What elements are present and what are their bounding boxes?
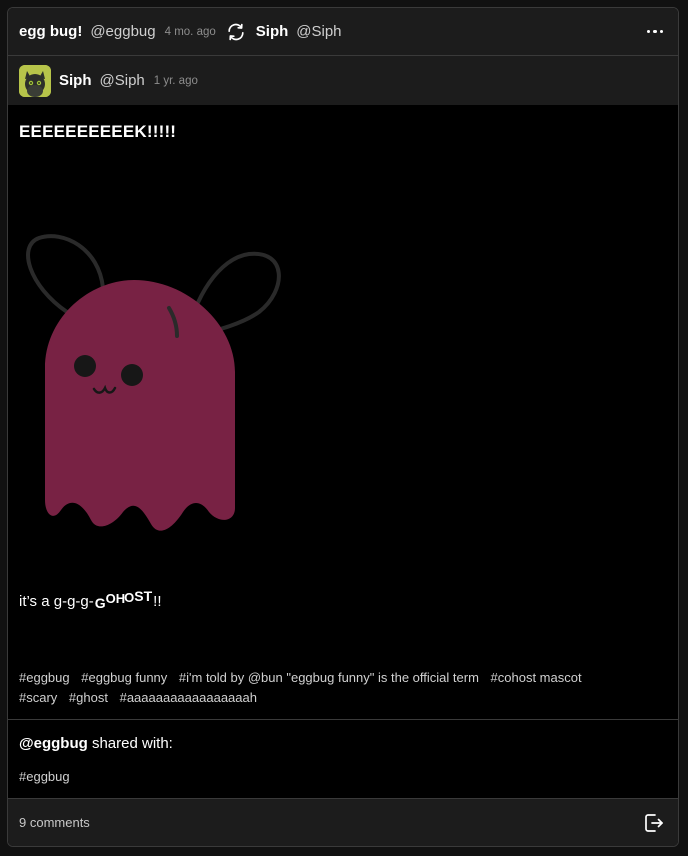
tag-link[interactable]: #aaaaaaaaaaaaaaaaah bbox=[120, 690, 257, 705]
divider bbox=[8, 719, 678, 720]
tag-link[interactable]: #eggbug bbox=[19, 670, 70, 685]
avatar[interactable] bbox=[19, 64, 51, 97]
caption-prefix: it’s a g-g-g- bbox=[19, 593, 94, 610]
original-post-time[interactable]: 1 yr. ago bbox=[154, 75, 198, 87]
reposter-name[interactable]: egg bug! bbox=[19, 23, 82, 40]
repost-time[interactable]: 4 mo. ago bbox=[165, 26, 216, 38]
tag-link[interactable]: #cohost mascot bbox=[491, 670, 582, 685]
tag-link[interactable]: #i'm told by @bun "eggbug funny" is the … bbox=[179, 670, 479, 685]
shared-with-label: @eggbug shared with: bbox=[19, 735, 173, 752]
caption-suffix: !! bbox=[153, 593, 162, 610]
tag-link[interactable]: #eggbug funny bbox=[81, 670, 167, 685]
reposter-handle[interactable]: @eggbug bbox=[90, 23, 155, 40]
post-footer: 9 comments bbox=[8, 798, 678, 846]
tag-link[interactable]: #ghost bbox=[69, 690, 108, 705]
original-author-name[interactable]: Siph bbox=[59, 72, 92, 89]
caption-letter-g: G bbox=[94, 595, 106, 611]
caption-letters-st: ST bbox=[134, 588, 153, 604]
ghost-eggbug-image bbox=[19, 228, 299, 553]
repost-icon bbox=[226, 23, 246, 41]
caption-letter-o: O bbox=[124, 590, 135, 605]
comments-link[interactable]: 9 comments bbox=[19, 815, 90, 830]
author-name[interactable]: Siph bbox=[256, 23, 289, 40]
share-exit-icon bbox=[645, 813, 663, 832]
author-handle[interactable]: @Siph bbox=[296, 23, 341, 40]
post-caption: it’s a g-g-g- G OH O ST !! bbox=[19, 588, 162, 611]
share-user-link[interactable]: @eggbug bbox=[19, 735, 88, 752]
original-author-handle[interactable]: @Siph bbox=[100, 72, 145, 89]
more-options-icon bbox=[646, 29, 650, 34]
post-title: EEEEEEEEEEK!!!!! bbox=[19, 122, 177, 141]
caption-letters-oh: OH bbox=[105, 591, 126, 606]
shared-tag-link[interactable]: #eggbug bbox=[19, 769, 70, 784]
post-card: egg bug! @eggbug 4 mo. ago Siph @Siph Si… bbox=[7, 7, 679, 847]
shared-with-text: shared with: bbox=[87, 735, 173, 752]
original-post-header: Siph @Siph 1 yr. ago bbox=[8, 56, 678, 105]
tag-link[interactable]: #scary bbox=[19, 690, 57, 705]
more-options-button[interactable] bbox=[643, 24, 668, 40]
tag-list: #eggbug #eggbug funny #i'm told by @bun … bbox=[19, 668, 659, 708]
share-button[interactable] bbox=[643, 812, 665, 834]
repost-header: egg bug! @eggbug 4 mo. ago Siph @Siph bbox=[8, 8, 678, 56]
